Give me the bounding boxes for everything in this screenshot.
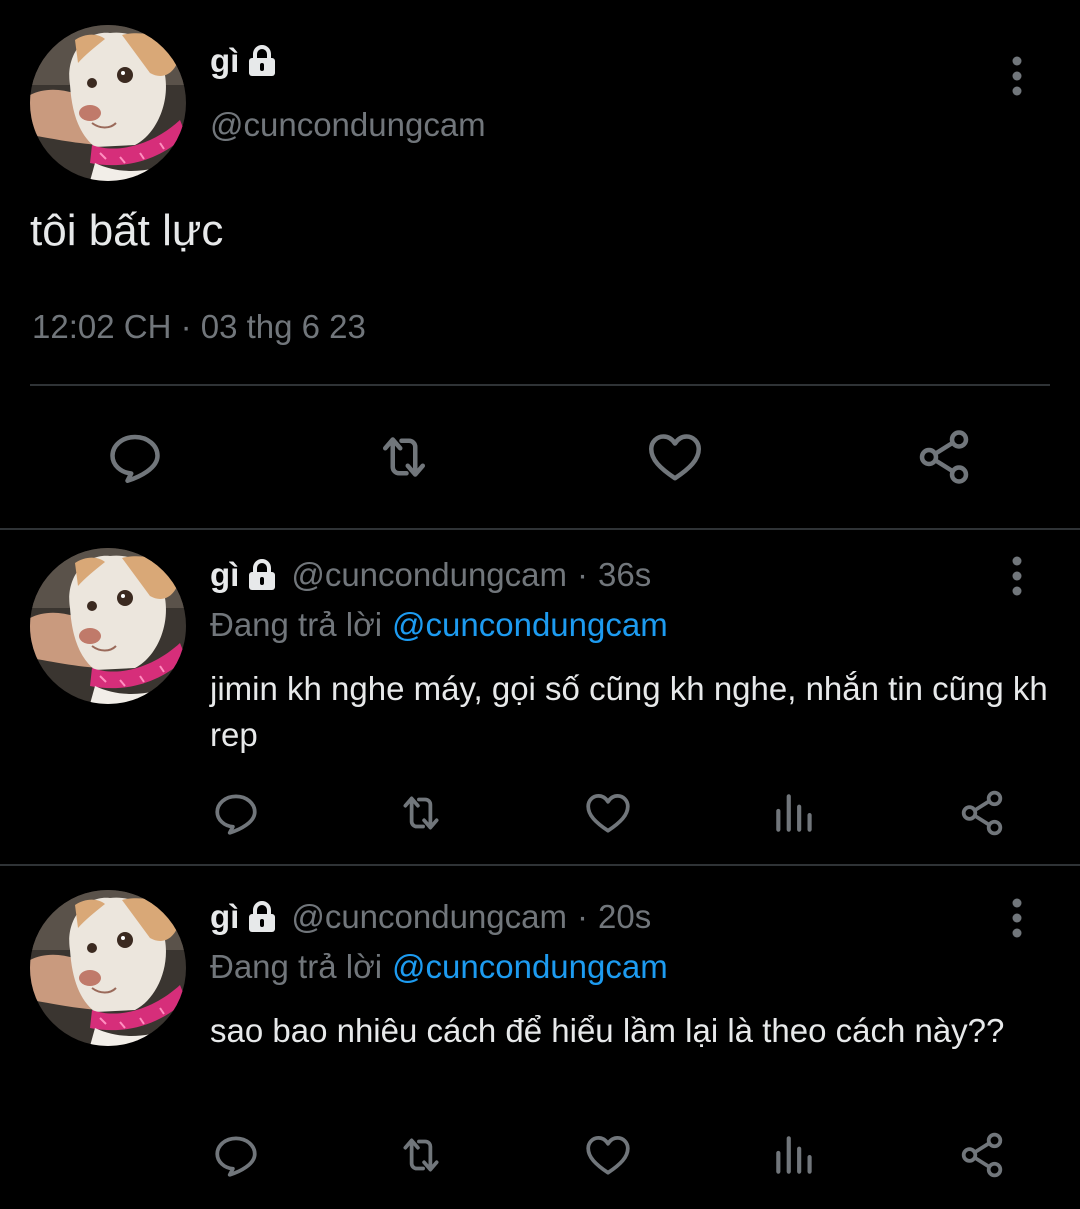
like-icon[interactable]	[583, 1130, 633, 1180]
views-icon[interactable]	[770, 788, 820, 838]
reply-text: jimin kh nghe máy, gọi số cũng kh nghe, …	[210, 670, 1048, 753]
user-handle[interactable]: @cuncondungcam	[291, 898, 567, 936]
avatar[interactable]	[30, 25, 186, 181]
divider	[30, 384, 1050, 386]
retweet-icon[interactable]	[396, 788, 446, 838]
avatar[interactable]	[30, 890, 186, 1046]
user-handle[interactable]: @cuncondungcam	[291, 556, 567, 594]
reply-icon[interactable]	[105, 426, 165, 488]
user-handle[interactable]: @cuncondungcam	[210, 106, 486, 144]
reply-time: 20s	[598, 898, 652, 935]
reply-icon[interactable]	[211, 788, 261, 838]
reply-icon[interactable]	[211, 1130, 261, 1180]
more-icon[interactable]	[1002, 554, 1032, 598]
more-icon[interactable]	[1002, 54, 1032, 98]
display-name[interactable]: gì	[210, 898, 239, 936]
reply-time: 36s	[598, 556, 652, 593]
tweet-thread-page: gì @cuncondungcam tôi bất lực 12:02 CH ·…	[0, 0, 1080, 1209]
retweet-icon[interactable]	[396, 1130, 446, 1180]
separator: ·	[577, 556, 588, 593]
like-icon[interactable]	[645, 426, 705, 488]
replying-to: Đang trả lời @cuncondungcam	[210, 606, 668, 644]
lock-icon	[245, 558, 279, 592]
retweet-icon[interactable]	[374, 426, 434, 488]
reply-tweet[interactable]: gì @cuncondungcam · 36s Đang trả lời @cun…	[0, 530, 1080, 864]
lock-icon	[245, 900, 279, 934]
views-icon[interactable]	[770, 1130, 820, 1180]
display-name[interactable]: gì	[210, 556, 239, 594]
mention-link[interactable]: @cuncondungcam	[392, 948, 668, 985]
lock-icon	[245, 44, 279, 78]
replying-to-label: Đang trả lời	[210, 606, 383, 643]
replying-to: Đang trả lời @cuncondungcam	[210, 948, 668, 986]
display-name-row[interactable]: gì	[210, 42, 279, 80]
tweet-text: tôi bất lực	[30, 206, 224, 255]
like-icon[interactable]	[583, 788, 633, 838]
main-tweet: gì @cuncondungcam tôi bất lực 12:02 CH ·…	[0, 0, 1080, 528]
reply-header: gì @cuncondungcam · 20s	[210, 898, 651, 936]
reply-header: gì @cuncondungcam · 36s	[210, 556, 651, 594]
display-name: gì	[210, 42, 240, 79]
reply-text: sao bao nhiêu cách để hiểu lầm lại là th…	[210, 1012, 1005, 1049]
separator: ·	[577, 898, 588, 935]
share-icon[interactable]	[914, 426, 974, 488]
replying-to-label: Đang trả lời	[210, 948, 383, 985]
share-icon[interactable]	[957, 788, 1007, 838]
tweet-timestamp: 12:02 CH · 03 thg 6 23	[32, 308, 366, 345]
share-icon[interactable]	[957, 1130, 1007, 1180]
more-icon[interactable]	[1002, 896, 1032, 940]
mention-link[interactable]: @cuncondungcam	[392, 606, 668, 643]
reply-tweet[interactable]: gì @cuncondungcam · 20s Đang trả lời @cun…	[0, 872, 1080, 1209]
divider	[0, 864, 1080, 866]
avatar[interactable]	[30, 548, 186, 704]
